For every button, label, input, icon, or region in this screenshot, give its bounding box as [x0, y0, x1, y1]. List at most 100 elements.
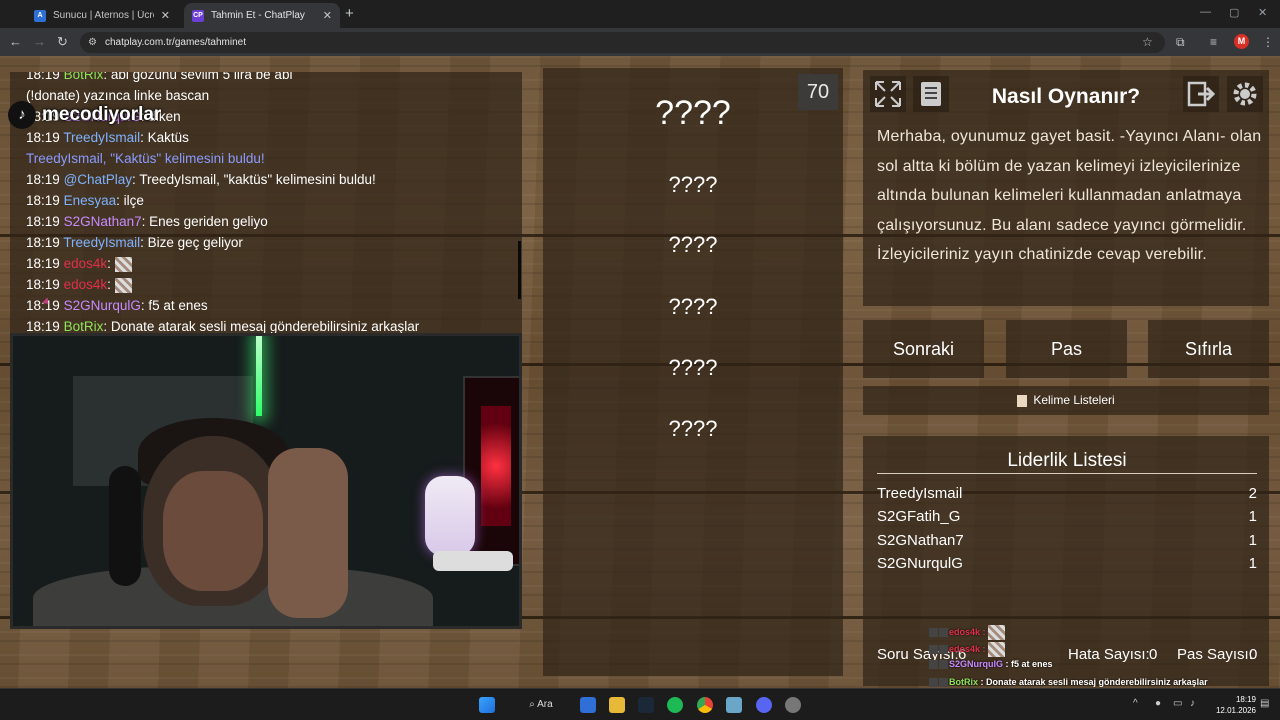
close-tab-icon[interactable]: ✕ [323, 9, 332, 22]
media-controls-icon[interactable]: ≡ [1210, 35, 1217, 49]
reload-icon[interactable]: ↻ [57, 34, 68, 50]
overlay-user: BotRix [949, 677, 978, 687]
chat-username[interactable]: BotRix [64, 319, 104, 334]
chatplay-favicon-icon: CP [192, 9, 204, 22]
chat-message: TreedyIsmail, "Kaktüs" kelimesini buldu! [26, 151, 265, 166]
back-icon[interactable]: ← [9, 34, 22, 49]
new-tab-button[interactable]: + [345, 5, 354, 22]
notification-icon[interactable]: ▤ [1260, 698, 1269, 709]
forward-icon[interactable]: → [33, 34, 46, 49]
tiktok-username: mecodiyorlar [42, 104, 162, 125]
webcam-person-arm [268, 448, 348, 618]
overlay-msg: : f5 at enes [1003, 659, 1053, 669]
chat-line: 18:19 edos4k: [26, 274, 522, 295]
chrome-icon[interactable] [697, 697, 713, 713]
taboo-word: ???? [668, 232, 718, 257]
chat-time: 18:19 [26, 130, 60, 145]
discord-icon[interactable] [756, 697, 772, 713]
steam-icon[interactable] [638, 697, 654, 713]
task-view-icon[interactable] [580, 697, 596, 713]
exit-icon[interactable] [1183, 76, 1219, 112]
emote-icon [988, 642, 1006, 657]
windows-start-icon[interactable] [479, 697, 495, 713]
clock-time: 18:19 [1235, 695, 1256, 704]
microphone-icon[interactable]: ● [1155, 698, 1161, 709]
chat-line: 18:19 @ChatPlay: TreedyIsmail, "kaktüs" … [26, 172, 376, 187]
webcam-pc-light [481, 406, 511, 526]
window-close-icon[interactable]: ✕ [1258, 6, 1267, 19]
how-to-play-text: Merhaba, oyunumuz gayet basit. -Yayıncı … [877, 128, 1262, 263]
chat-line: 18:19 BotRix: abi gözünü seviim 5 lira b… [26, 72, 522, 85]
chat-time: 18:19 [26, 214, 60, 229]
pass-count-label: Pas Sayısı: [1177, 646, 1253, 663]
taboo-word: ???? [668, 355, 718, 380]
minimize-icon[interactable]: — [1200, 6, 1211, 18]
chat-line: 18:19 Enesyaa: ilçe [26, 193, 144, 208]
pass-button[interactable]: Pas [1006, 320, 1127, 378]
site-info-icon[interactable]: ⚙ [88, 32, 97, 53]
chat-username[interactable]: S2GNathan7 [64, 214, 142, 229]
overlay-chat-line: S2GNurqulG : f5 at enes [929, 659, 1053, 670]
browser-tabbar: A Sunucu | Aternos | Ücretsiz Mine ✕ CP … [0, 0, 1280, 28]
display-icon[interactable]: ▭ [1173, 698, 1182, 709]
url-input[interactable]: ⚙ chatplay.com.tr/games/tahminet [80, 32, 1165, 53]
chat-username[interactable]: @ChatPlay [64, 172, 132, 187]
leader-score: 1 [1248, 508, 1257, 525]
volume-icon[interactable]: ♪ [1190, 698, 1195, 709]
chat-line: 18:19 edos4k: [26, 253, 522, 274]
chat-message: Kaktüs [147, 130, 189, 145]
leader-score: 2 [1248, 485, 1257, 502]
tab-chatplay[interactable]: CP Tahmin Et - ChatPlay ✕ [184, 3, 340, 28]
webcam-mic-stand [433, 551, 513, 571]
tab-title: Sunucu | Aternos | Ücretsiz Mine [53, 10, 154, 21]
chat-time: 18:19 [26, 235, 60, 250]
chat-line: 18:19 TreedyIsmail: Kaktüs [26, 130, 189, 145]
word-lists-button[interactable]: Kelime Listeleri [863, 386, 1269, 415]
chat-time: 18:19 [26, 72, 60, 82]
address-bar-row: ← → ↻ ⚙ chatplay.com.tr/games/tahminet ☆… [0, 28, 1280, 56]
tiktok-watermark: ♪ mecodiyorlar [8, 101, 161, 129]
emote-icon [114, 277, 132, 293]
settings-gear-icon[interactable] [1227, 76, 1263, 112]
leader-score: 1 [1248, 532, 1257, 549]
chat-line: TreedyIsmail, "Kaktüs" kelimesini buldu! [26, 148, 522, 169]
profile-avatar[interactable]: M [1234, 34, 1249, 49]
leader-name: S2GFatih_G [877, 508, 961, 525]
close-tab-icon[interactable]: ✕ [161, 9, 170, 22]
spotify-icon[interactable] [667, 697, 683, 713]
chat-username[interactable]: Enesyaa [64, 193, 117, 208]
chat-time: 18:19 [26, 193, 60, 208]
emote-icon [988, 625, 1006, 640]
taboo-word: ???? [668, 416, 718, 441]
overlay-chat-line: edos4k : [929, 642, 1006, 657]
obs-icon[interactable] [785, 697, 801, 713]
reset-button[interactable]: Sıfırla [1148, 320, 1269, 378]
overlay-user: S2GNurqulG [949, 659, 1004, 669]
taboo-word: ???? [668, 172, 718, 197]
menu-kebab-icon[interactable]: ⋮ [1262, 35, 1274, 49]
chat-username[interactable]: TreedyIsmail [63, 130, 140, 145]
main-word: ???? [655, 94, 731, 132]
chat-username[interactable]: TreedyIsmail [63, 235, 140, 250]
tray-chevron-icon[interactable]: ^ [1133, 698, 1138, 709]
taskbar-clock[interactable]: 18:19 12.01.2026 [1210, 694, 1256, 716]
chat-message: TreedyIsmail, "kaktüs" kelimesini buldu! [139, 172, 376, 187]
file-explorer-icon[interactable] [609, 697, 625, 713]
bookmark-star-icon[interactable]: ☆ [1142, 35, 1153, 49]
chat-message: Bize geç geliyor [147, 235, 243, 250]
chat-username[interactable]: edos4k [64, 256, 108, 271]
taskbar-search[interactable]: ⌕ Ara [516, 696, 566, 714]
maximize-icon[interactable]: ▢ [1229, 6, 1239, 19]
chat-username[interactable]: S2GNurqulG [64, 298, 141, 313]
leaderboard-row: S2GNurqulG 1 [877, 552, 1257, 575]
app-icon[interactable] [726, 697, 742, 713]
leader-name: TreedyIsmail [877, 485, 963, 502]
next-button[interactable]: Sonraki [863, 320, 984, 378]
tab-aternos[interactable]: A Sunucu | Aternos | Ücretsiz Mine ✕ [26, 3, 178, 28]
chat-username[interactable]: BotRix [64, 72, 104, 82]
chat-line: 18:19 S2GNurqulG: f5 at enes [26, 298, 208, 313]
overlay-msg: : Donate atarak sesli mesaj gönderebilir… [978, 677, 1208, 687]
chat-scrollbar[interactable] [518, 241, 521, 299]
chat-username[interactable]: edos4k [64, 277, 108, 292]
extensions-icon[interactable]: ⧉ [1176, 35, 1185, 50]
